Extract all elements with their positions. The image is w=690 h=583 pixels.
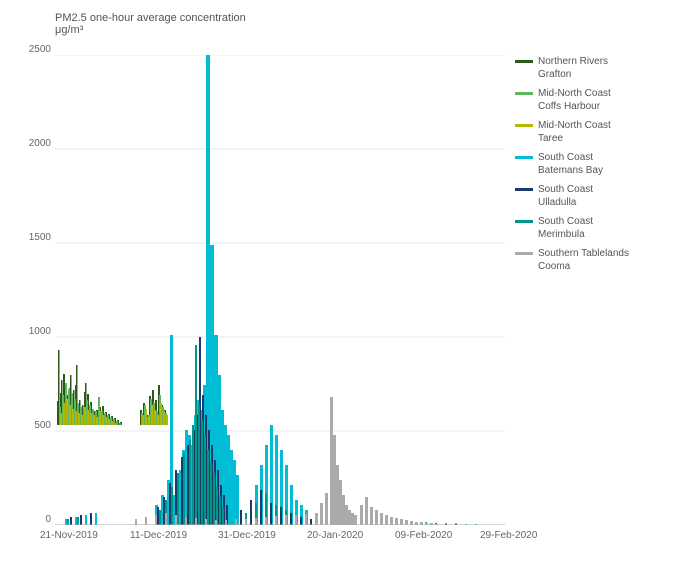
chart-title-line2: μg/m³ (55, 24, 246, 36)
legend-item-coffs-harbour: Mid-North CoastCoffs Harbour (515, 87, 680, 113)
legend-label-cooma: Southern TablelandsCooma (538, 247, 629, 273)
x-label-4: 09-Feb-2020 (395, 530, 452, 541)
legend-item-merimbula: South CoastMerimbula (515, 215, 680, 241)
legend-label-merimbula: South CoastMerimbula (538, 215, 593, 241)
y-label-500: 500 (34, 420, 51, 431)
chart-title: PM2.5 one-hour average concentration μg/… (55, 12, 246, 36)
legend-color-northern-rivers (515, 60, 533, 63)
legend-label-northern-rivers: Northern RiversGrafton (538, 55, 608, 81)
legend-color-batemans-bay (515, 156, 533, 159)
series-batemans-bay (65, 55, 477, 525)
x-label-2: 31-Dec-2019 (218, 530, 276, 541)
x-label-1: 11-Dec-2019 (130, 530, 187, 541)
legend-color-merimbula (515, 220, 533, 223)
legend-item-taree: Mid-North CoastTaree (515, 119, 680, 145)
chart-plot-area (55, 55, 505, 525)
legend-item-ulladulla: South CoastUlladulla (515, 183, 680, 209)
legend-color-taree (515, 124, 533, 127)
y-label-0: 0 (45, 514, 51, 525)
legend-label-taree: Mid-North CoastTaree (538, 119, 611, 145)
y-label-1500: 1500 (29, 232, 51, 243)
y-label-2000: 2000 (29, 138, 51, 149)
x-label-0: 21-Nov-2019 (40, 530, 98, 541)
legend-color-cooma (515, 252, 533, 255)
chart-svg (55, 55, 505, 525)
legend-label-ulladulla: South CoastUlladulla (538, 183, 593, 209)
legend-label-batemans-bay: South CoastBatemans Bay (538, 151, 603, 177)
y-axis: 0 500 1000 1500 2000 2500 (5, 55, 53, 525)
x-label-3: 20-Jan-2020 (307, 530, 363, 541)
legend-label-coffs-harbour: Mid-North CoastCoffs Harbour (538, 87, 611, 113)
y-label-1000: 1000 (29, 326, 51, 337)
x-label-5: 29-Feb-2020 (480, 530, 537, 541)
chart-legend: Northern RiversGrafton Mid-North CoastCo… (515, 55, 680, 279)
legend-color-ulladulla (515, 188, 533, 191)
chart-container: PM2.5 one-hour average concentration μg/… (0, 0, 690, 583)
legend-color-coffs-harbour (515, 92, 533, 95)
chart-title-line1: PM2.5 one-hour average concentration (55, 12, 246, 24)
legend-item-batemans-bay: South CoastBatemans Bay (515, 151, 680, 177)
legend-item-northern-rivers: Northern RiversGrafton (515, 55, 680, 81)
y-label-2500: 2500 (29, 44, 51, 55)
legend-item-cooma: Southern TablelandsCooma (515, 247, 680, 273)
